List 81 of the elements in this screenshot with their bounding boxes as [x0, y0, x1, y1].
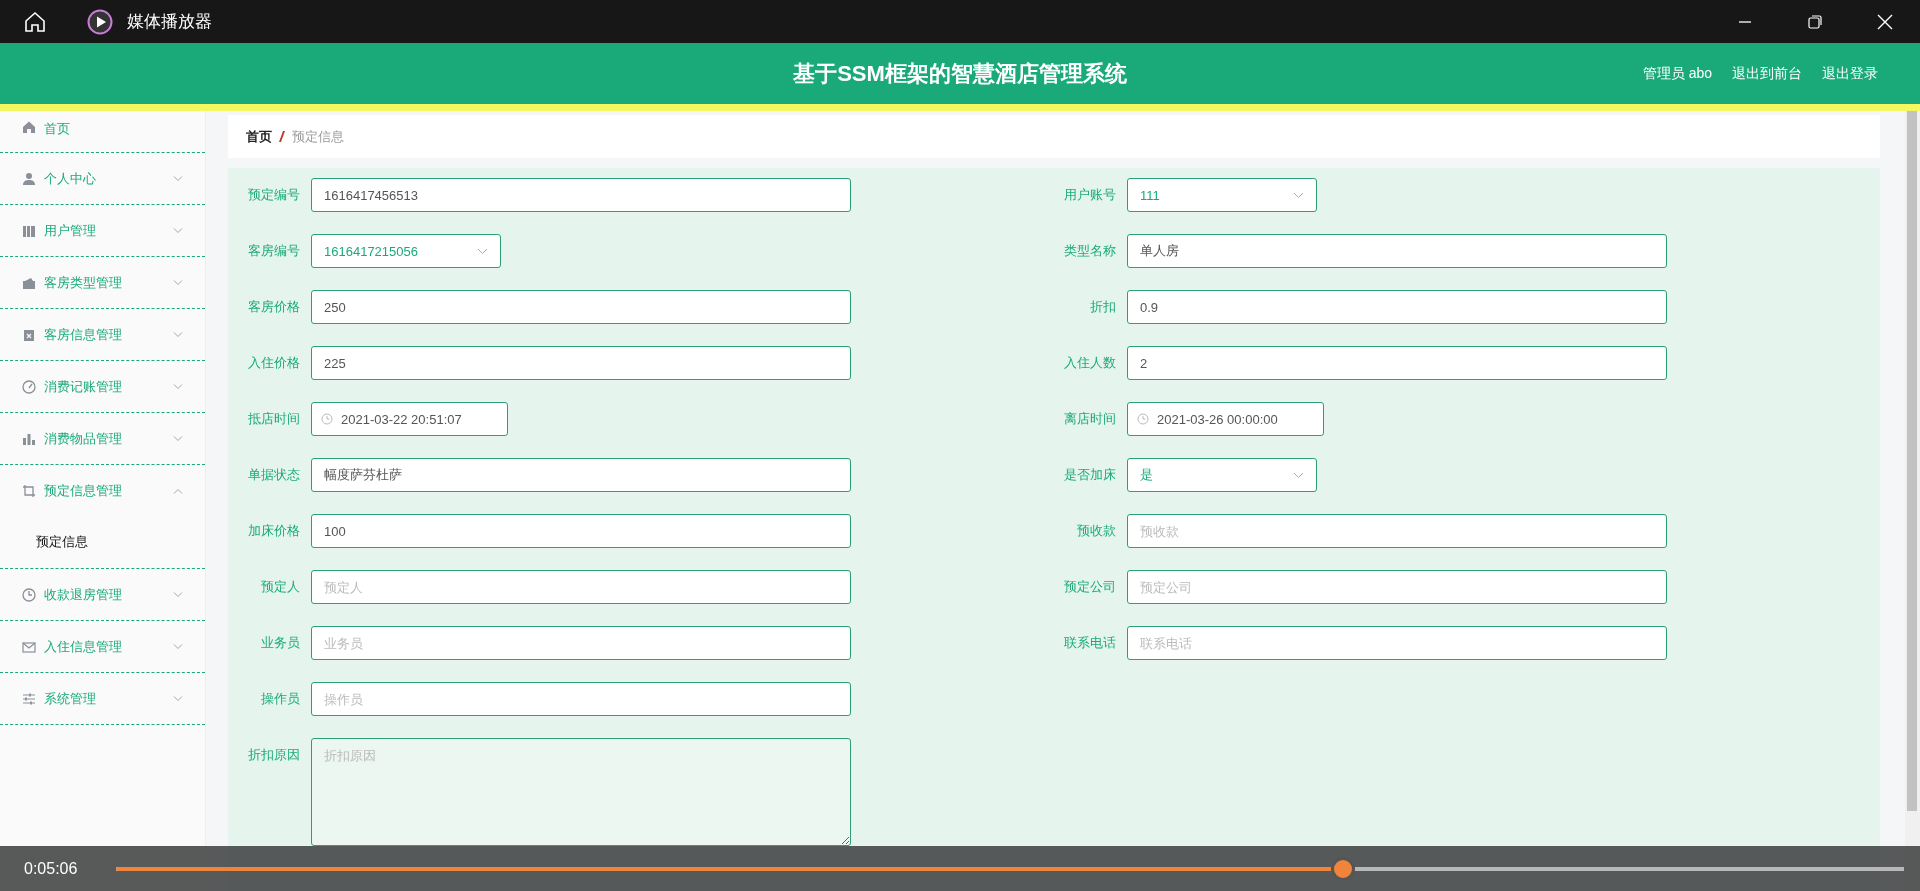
- submenu-item[interactable]: 预定信息: [0, 516, 205, 569]
- field-label: 是否加床: [1063, 466, 1116, 484]
- menu-item[interactable]: 系统管理: [0, 673, 205, 725]
- clipboard-icon: [22, 327, 36, 342]
- crop-icon: [22, 484, 36, 498]
- field-label: 预定公司: [1063, 578, 1116, 596]
- user-icon: [22, 171, 36, 186]
- text-field[interactable]: 0.9: [1127, 290, 1667, 324]
- text-field[interactable]: 幅度萨芬杜萨: [311, 458, 851, 492]
- text-field[interactable]: 2: [1127, 346, 1667, 380]
- app-title: 基于SSM框架的智慧酒店管理系统: [793, 59, 1127, 88]
- breadcrumb-link[interactable]: 首页: [246, 127, 272, 146]
- gauge-icon: [22, 379, 36, 394]
- field-label: 联系电话: [1063, 634, 1116, 652]
- field-label: 入住价格: [247, 354, 300, 372]
- chevron-icon: [1293, 471, 1304, 479]
- text-field[interactable]: 业务员: [311, 626, 851, 660]
- text-field[interactable]: 操作员: [311, 682, 851, 716]
- chevron-icon: [477, 247, 488, 255]
- menu-item[interactable]: 个人中心: [0, 153, 205, 205]
- text-field[interactable]: 预收款: [1127, 514, 1667, 548]
- restore-icon[interactable]: [1808, 14, 1822, 29]
- menu-item[interactable]: 客房类型管理: [0, 257, 205, 309]
- text-field[interactable]: 联系电话: [1127, 626, 1667, 660]
- user-name: 管理员 abo: [1642, 64, 1712, 83]
- field-label: 类型名称: [1063, 242, 1116, 260]
- text-field[interactable]: 预定人: [311, 570, 851, 604]
- dropdown[interactable]: 1616417215056: [311, 234, 501, 268]
- home-icon[interactable]: [23, 9, 47, 34]
- field-label: 折扣: [1089, 298, 1116, 316]
- field-label: 抵店时间: [247, 410, 300, 428]
- menu-item[interactable]: 收款退房管理: [0, 569, 205, 621]
- bookshelf-icon: [22, 223, 36, 238]
- wallet-icon: [22, 275, 36, 290]
- time-label: 0:05:06: [24, 859, 79, 878]
- text-field[interactable]: 250: [311, 290, 851, 324]
- header-link[interactable]: 退出到前台: [1732, 64, 1802, 83]
- date-field[interactable]: 2021-03-22 20:51:07: [311, 402, 508, 436]
- field-label: 离店时间: [1063, 410, 1116, 428]
- seek-thumb[interactable]: [1330, 856, 1355, 881]
- field-label: 入住人数: [1063, 354, 1116, 372]
- clock-icon: [22, 587, 36, 602]
- field-label: 业务员: [260, 634, 300, 652]
- menu-item[interactable]: 消费记账管理: [0, 361, 205, 413]
- menu-item[interactable]: 客房信息管理: [0, 309, 205, 361]
- field-label: 用户账号: [1063, 186, 1116, 204]
- text-field[interactable]: 1616417456513: [311, 178, 851, 212]
- close-icon[interactable]: [1877, 13, 1893, 30]
- text-field[interactable]: 225: [311, 346, 851, 380]
- clock-icon: [321, 413, 333, 425]
- menu-item[interactable]: 消费物品管理: [0, 413, 205, 465]
- text-field[interactable]: 单人房: [1127, 234, 1667, 268]
- sliders-icon: [22, 691, 36, 706]
- field-label: 折扣原因: [247, 746, 300, 764]
- field-label: 客房编号: [247, 242, 300, 260]
- home-icon: [22, 120, 36, 134]
- menu-item[interactable]: 入住信息管理: [0, 621, 205, 673]
- text-field[interactable]: 预定公司: [1127, 570, 1667, 604]
- scrollbar-thumb[interactable]: [1907, 111, 1917, 811]
- field-label: 客房价格: [247, 298, 300, 316]
- dropdown[interactable]: 111: [1127, 178, 1317, 212]
- window-title: 媒体播放器: [127, 11, 212, 33]
- text-field[interactable]: 100: [311, 514, 851, 548]
- field-label: 预定编号: [247, 186, 300, 204]
- clock-icon: [1137, 413, 1149, 425]
- field-label: 单据状态: [247, 466, 300, 484]
- dropdown[interactable]: 是: [1127, 458, 1317, 492]
- slash-icon: [279, 131, 285, 142]
- field-label: 预收款: [1076, 522, 1116, 540]
- date-field[interactable]: 2021-03-26 00:00:00: [1127, 402, 1324, 436]
- header-link[interactable]: 退出登录: [1822, 64, 1878, 83]
- mail-icon: [22, 639, 36, 654]
- chevron-icon: [1293, 191, 1304, 199]
- menu-item[interactable]: 预定信息管理: [0, 465, 205, 517]
- bar-chart-icon: [22, 431, 36, 446]
- field-label: 加床价格: [247, 522, 300, 540]
- play-icon: [87, 8, 113, 35]
- menu-item[interactable]: 首页: [0, 111, 205, 153]
- field-label: 预定人: [260, 578, 300, 596]
- field-label: 操作员: [260, 690, 300, 708]
- menu-item[interactable]: 用户管理: [0, 205, 205, 257]
